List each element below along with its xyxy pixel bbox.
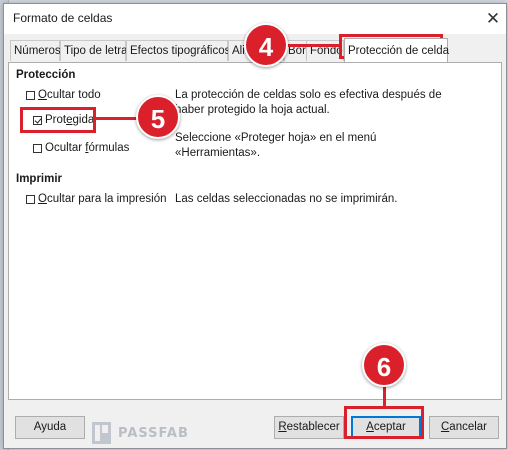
help-button[interactable]: Ayuda bbox=[15, 416, 85, 439]
highlight-box-protegida bbox=[20, 107, 96, 133]
checkbox-box[interactable] bbox=[26, 90, 35, 100]
checkbox-ocultar-impresion[interactable]: Ocultar para la impresión bbox=[26, 193, 166, 205]
format-cells-dialog: Formato de celdas ✕ Números Tipo de letr… bbox=[3, 3, 507, 449]
section-heading-proteccion: Protección bbox=[16, 69, 76, 81]
callout-6-connector bbox=[383, 385, 386, 407]
tab-efectos-tipograficos[interactable]: Efectos tipográficos bbox=[126, 40, 230, 61]
callout-4-badge: 4 bbox=[244, 23, 288, 67]
print-description: Las celdas seleccionadas no se imprimirá… bbox=[175, 193, 398, 205]
callout-5-badge: 5 bbox=[136, 95, 180, 139]
close-icon[interactable]: ✕ bbox=[482, 8, 504, 30]
protection-instructions: Seleccione «Proteger hoja» en el menú «H… bbox=[175, 132, 377, 159]
section-heading-imprimir: Imprimir bbox=[16, 173, 63, 185]
watermark-text: PASSFAB bbox=[118, 426, 189, 441]
tab-numeros[interactable]: Números bbox=[10, 40, 61, 61]
reset-button[interactable]: Restablecer bbox=[274, 416, 344, 439]
checkbox-ocultar-todo[interactable]: Ocultar todo bbox=[26, 89, 101, 101]
checkbox-box[interactable] bbox=[33, 143, 42, 153]
callout-6-badge: 6 bbox=[362, 343, 406, 387]
callout-5-connector bbox=[96, 117, 138, 120]
checkbox-ocultar-formulas[interactable]: Ocultar fórmulas bbox=[33, 142, 129, 154]
dialog-title: Formato de celdas bbox=[13, 11, 113, 25]
protection-description: La protección de celdas solo es efectiva… bbox=[175, 89, 442, 116]
cancel-button[interactable]: Cancelar bbox=[429, 416, 499, 439]
callout-4-connector bbox=[283, 44, 340, 47]
checkbox-label: Ocultar fórmulas bbox=[45, 142, 130, 154]
checkbox-label: Ocultar para la impresión bbox=[38, 193, 167, 205]
dialog-body: Números Tipo de letra Efectos tipográfic… bbox=[4, 34, 506, 448]
checkbox-label: Ocultar todo bbox=[38, 89, 101, 101]
passfab-logo-icon bbox=[92, 422, 111, 444]
tab-proteccion-de-celda[interactable]: Protección de celda bbox=[344, 38, 449, 62]
checkbox-box[interactable] bbox=[26, 194, 35, 204]
highlight-box-ok-button bbox=[344, 406, 424, 439]
tab-tipo-de-letra[interactable]: Tipo de letra bbox=[60, 40, 128, 61]
